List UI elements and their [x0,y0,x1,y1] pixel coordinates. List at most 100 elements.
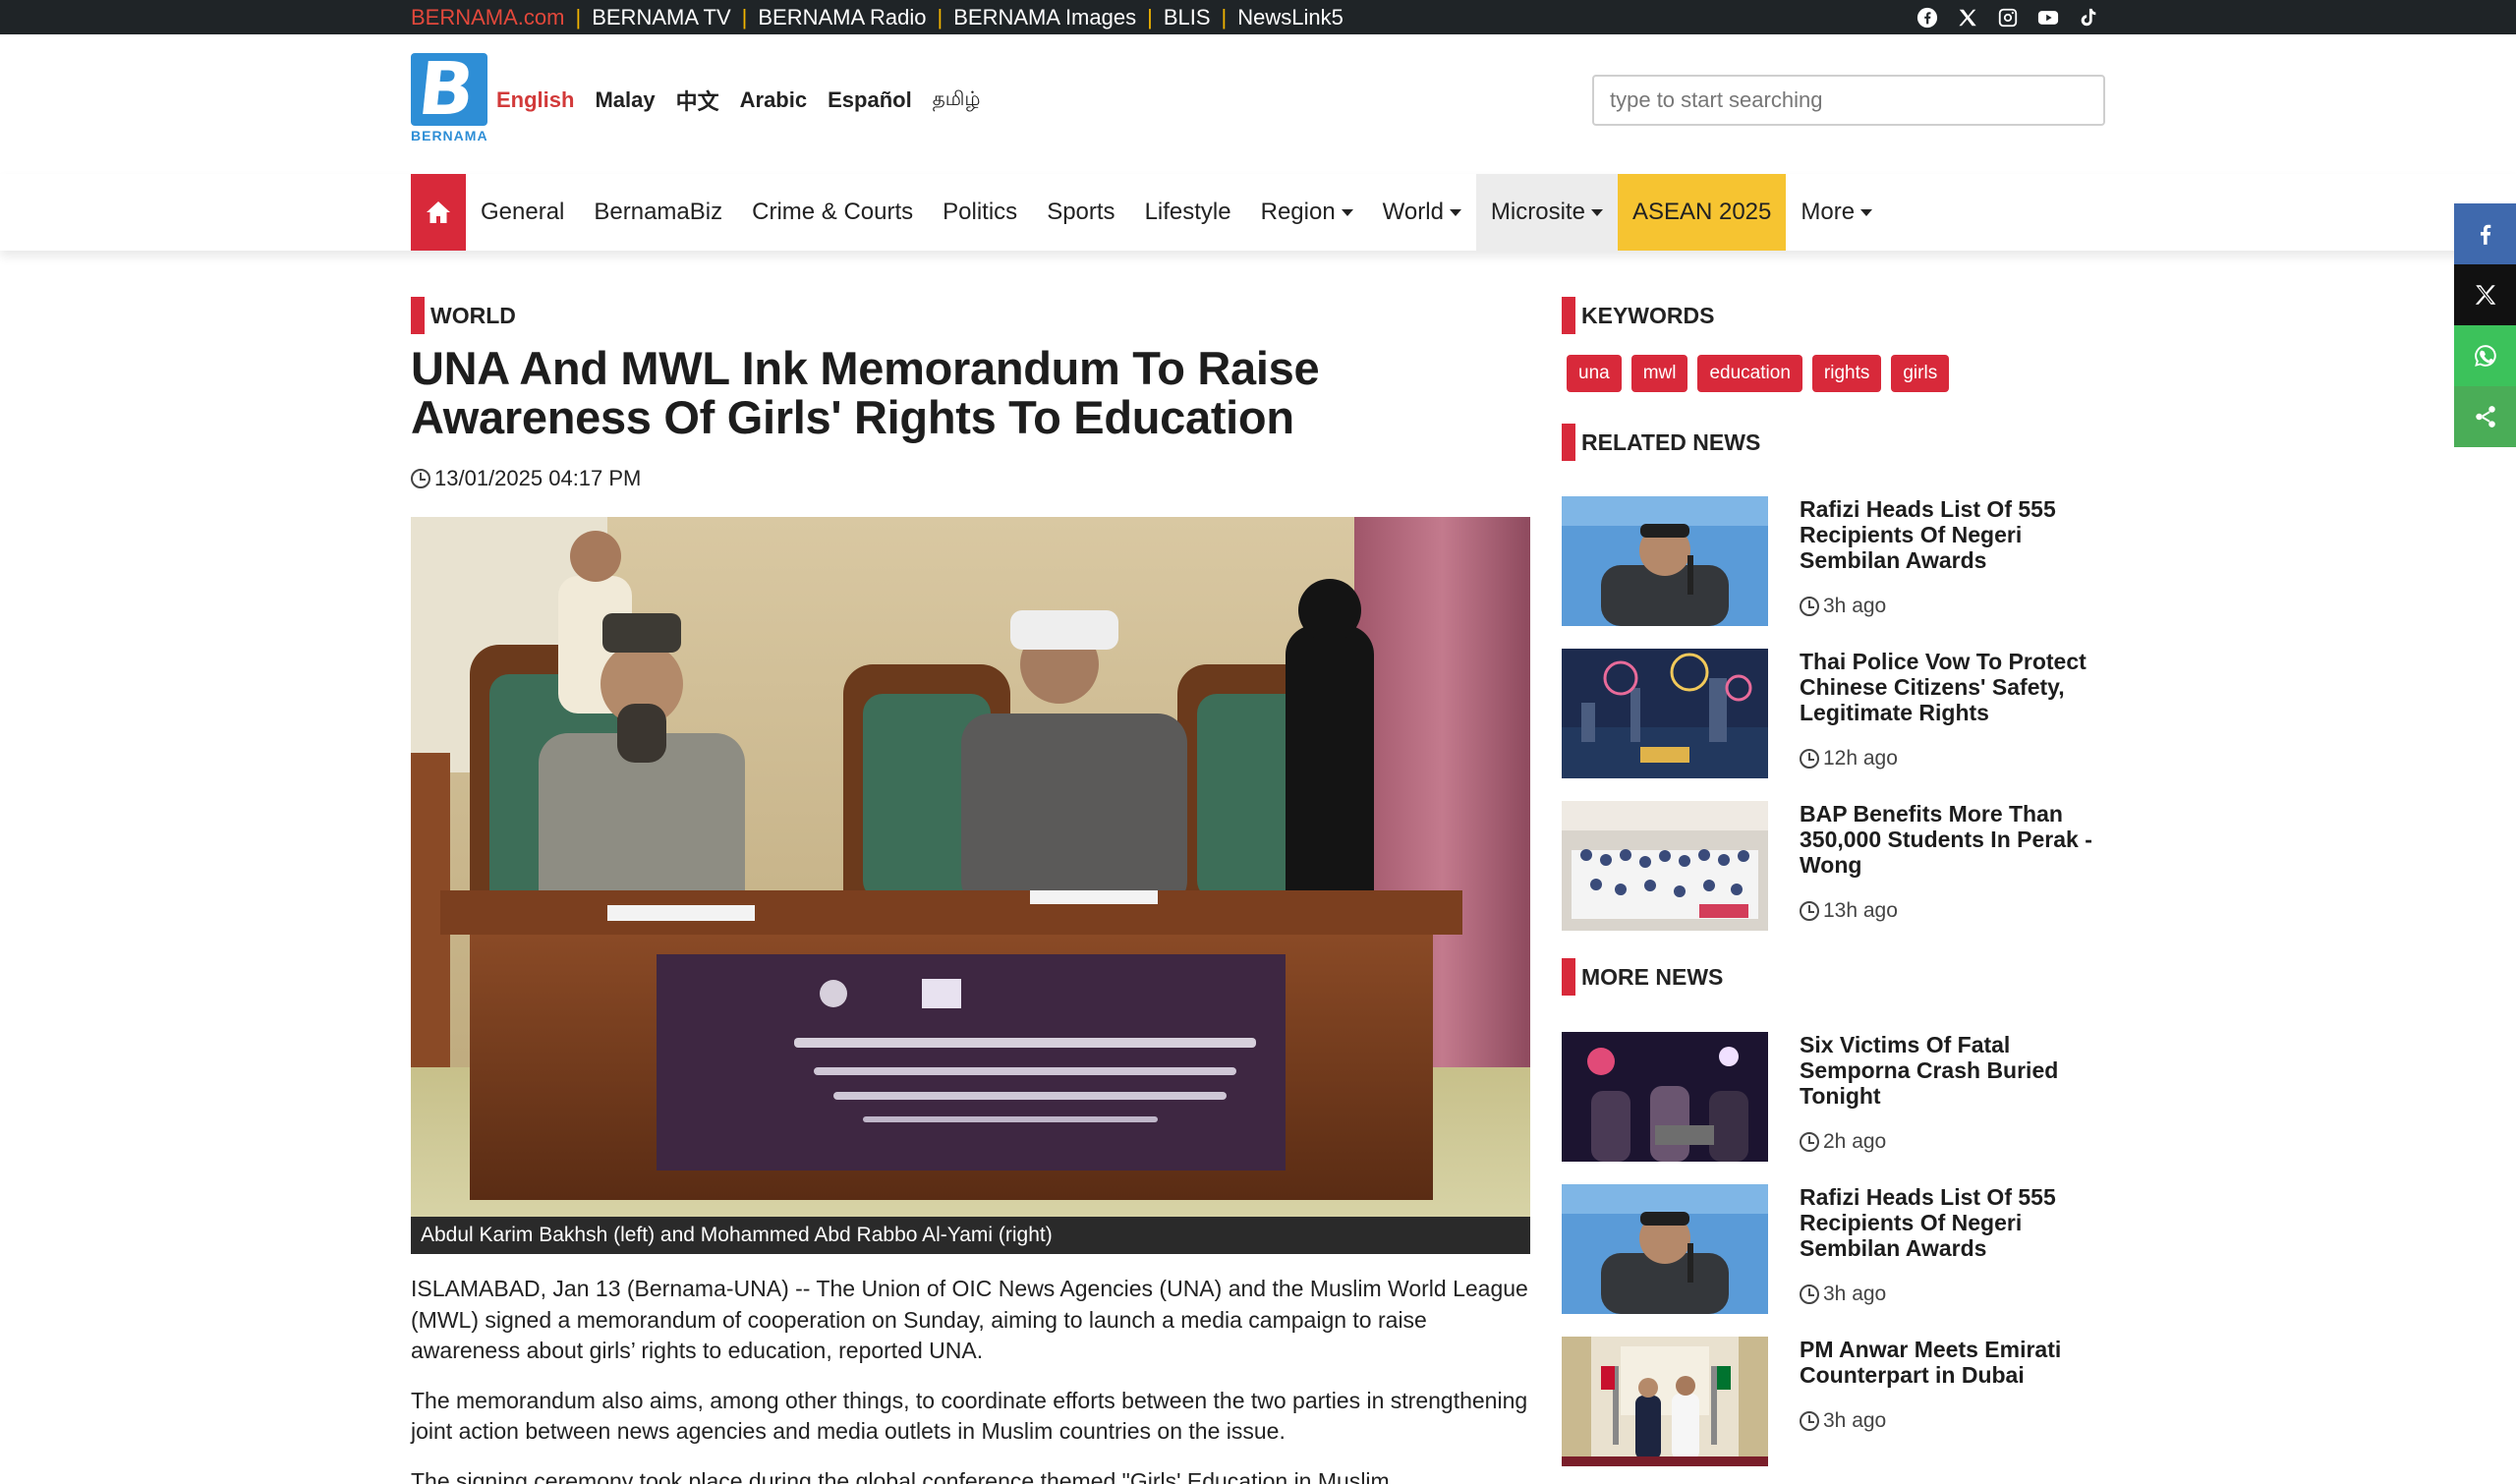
news-time: 3h ago [1800,1409,1886,1433]
news-time-text: 2h ago [1823,1130,1887,1153]
separator: | [1147,4,1153,29]
nav-label: Region [1260,199,1336,225]
news-time: 12h ago [1800,747,1898,771]
clock-icon [1800,1284,1819,1304]
news-thumbnail[interactable] [1562,1184,1768,1314]
article-paragraph: The memorandum also aims, among other th… [411,1387,1528,1445]
nav-politics[interactable]: Politics [928,174,1032,251]
news-title[interactable]: PM Anwar Meets Emirati Counterpart in Du… [1800,1337,2112,1388]
search-input[interactable] [1592,75,2105,126]
nav-world[interactable]: World [1368,174,1476,251]
keyword-tag[interactable]: mwl [1630,355,1688,392]
separator: | [741,4,748,29]
link-bernama-tv[interactable]: BERNAMA TV [592,5,730,30]
nav-label: More [1801,199,1856,225]
article-category: WORLD [411,297,516,334]
separator: | [937,4,944,29]
datetime-text: 13/01/2025 04:17 PM [434,466,642,490]
related-news-label: RELATED NEWS [1581,428,1761,455]
nav-sports[interactable]: Sports [1032,174,1129,251]
nav-asean-2025[interactable]: ASEAN 2025 [1617,174,1787,251]
top-bar: BERNAMA.com | BERNAMA TV | BERNAMA Radio… [0,0,2516,34]
home-button[interactable] [411,174,466,251]
keyword-tag[interactable]: una [1567,355,1622,392]
news-time-text: 3h ago [1823,595,1887,617]
photo-caption: Abdul Karim Bakhsh (left) and Mohammed A… [411,1217,1530,1254]
news-time: 3h ago [1800,1283,1886,1306]
nav-crime-courts[interactable]: Crime & Courts [737,174,928,251]
news-thumbnail[interactable] [1562,649,1768,778]
keyword-tag[interactable]: rights [1811,355,1882,392]
nav-general[interactable]: General [466,174,579,251]
share-facebook-button[interactable] [2454,203,2516,264]
link-bernama-radio[interactable]: BERNAMA Radio [758,5,926,30]
news-title[interactable]: Rafizi Heads List Of 555 Recipients Of N… [1800,1184,2112,1261]
clock-icon [1800,749,1819,769]
keyword-tag[interactable]: education [1697,355,1802,392]
thumbnail-image [1562,1032,1768,1162]
language-switcher: English Malay 中文 Arabic Español தமிழ் [496,85,981,116]
clock-icon [1800,597,1819,616]
nav-microsite[interactable]: Microsite [1475,174,1618,251]
article-body: ISLAMABAD, Jan 13 (Bernama-UNA) -- The U… [411,1274,1531,1484]
thumbnail-image [1562,801,1768,931]
thumbnail-image [1562,1184,1768,1314]
nav-label: Lifestyle [1144,199,1231,225]
more-news-label: MORE NEWS [1581,963,1724,990]
tiktok-icon[interactable] [2068,0,2108,34]
link-bernama-com[interactable]: BERNAMA.com [411,5,564,30]
thumbnail-image [1562,649,1768,778]
nav-label: ASEAN 2025 [1631,199,1772,225]
article-photo [411,517,1530,1217]
share-more-button[interactable] [2454,386,2516,447]
news-title[interactable]: Thai Police Vow To Protect Chinese Citiz… [1800,649,2112,725]
lang-chinese[interactable]: 中文 [676,85,719,116]
nav-label: General [481,199,565,225]
nav-label: Crime & Courts [752,199,914,225]
youtube-icon[interactable] [2028,0,2068,34]
article-paragraph: ISLAMABAD, Jan 13 (Bernama-UNA) -- The U… [411,1276,1528,1363]
share-whatsapp-button[interactable] [2454,325,2516,386]
heading-marker [1562,424,1575,461]
facebook-icon[interactable] [1907,0,1947,34]
link-blis[interactable]: BLIS [1164,5,1211,30]
link-bernama-images[interactable]: BERNAMA Images [953,5,1136,30]
lang-english[interactable]: English [496,87,574,113]
nav-region[interactable]: Region [1246,174,1368,251]
share-x-button[interactable] [2454,264,2516,325]
network-links: BERNAMA.com | BERNAMA TV | BERNAMA Radio… [411,0,1344,34]
main-nav-bar: General BernamaBiz Crime & Courts Politi… [0,174,2516,251]
link-newslink5[interactable]: NewsLink5 [1237,5,1344,30]
lang-tamil[interactable]: தமிழ் [933,88,981,113]
news-thumbnail[interactable] [1562,801,1768,931]
keyword-tag[interactable]: girls [1891,355,1950,392]
category-label[interactable]: WORLD [430,303,516,329]
instagram-icon[interactable] [1987,0,2028,34]
news-thumbnail[interactable] [1562,496,1768,626]
bernama-logo[interactable]: B BERNAMA [411,53,487,145]
news-title[interactable]: Six Victims Of Fatal Semporna Crash Buri… [1800,1032,2112,1109]
nav-bernamabiz[interactable]: BernamaBiz [579,174,737,251]
whatsapp-icon [2474,345,2496,367]
news-time-text: 3h ago [1823,1409,1887,1432]
nav-more[interactable]: More [1786,174,1887,251]
nav-lifestyle[interactable]: Lifestyle [1130,174,1246,251]
news-thumbnail[interactable] [1562,1032,1768,1162]
lang-espanol[interactable]: Español [828,87,912,113]
lang-malay[interactable]: Malay [595,87,655,113]
news-title[interactable]: Rafizi Heads List Of 555 Recipients Of N… [1800,496,2112,573]
nav-label: Microsite [1490,199,1585,225]
article-datetime: 13/01/2025 04:17 PM [411,466,641,491]
news-title[interactable]: BAP Benefits More Than 350,000 Students … [1800,801,2112,878]
x-icon[interactable] [1947,0,1987,34]
article-paragraph: The signing ceremony took place during t… [411,1467,1390,1484]
lang-arabic[interactable]: Arabic [740,87,807,113]
clock-icon [411,469,430,488]
news-time-text: 13h ago [1823,899,1898,922]
news-time-text: 3h ago [1823,1283,1887,1305]
news-thumbnail[interactable] [1562,1337,1768,1466]
social-links [1907,0,2108,34]
caret-down-icon [1449,208,1461,216]
category-marker [411,297,425,334]
heading-marker [1562,958,1575,996]
